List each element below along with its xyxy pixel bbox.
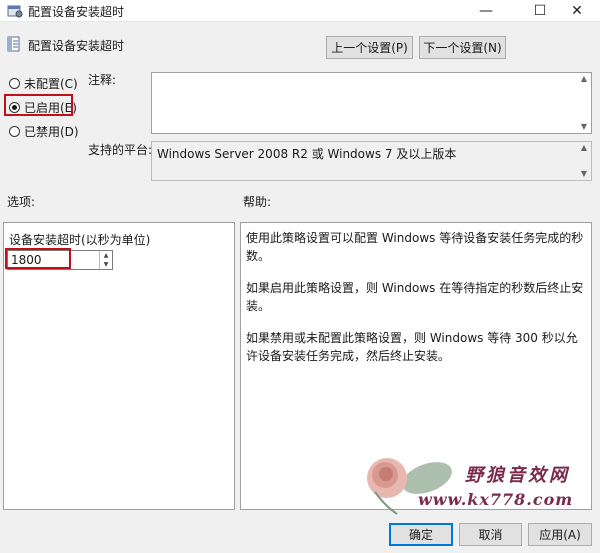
close-icon: ✕ [571, 3, 583, 19]
radio-label: 已禁用(D) [24, 125, 79, 139]
radio-circle[interactable] [9, 126, 20, 137]
maximize-icon: ☐ [533, 3, 547, 19]
highlight-box-enabled [4, 94, 73, 116]
scroll-up-icon[interactable]: ▲ [581, 73, 587, 85]
previous-setting-button[interactable]: 上一个设置(P) [326, 36, 413, 59]
comment-textarea[interactable]: ▲ ▼ [151, 72, 592, 134]
spin-up-icon[interactable]: ▲ [100, 251, 112, 260]
close-button[interactable]: ✕ [554, 0, 600, 22]
comment-label: 注释: [88, 73, 117, 87]
minimize-button[interactable]: — [463, 0, 509, 22]
platform-label: 支持的平台: [88, 143, 153, 157]
next-setting-button[interactable]: 下一个设置(N) [419, 36, 506, 59]
help-paragraph: 如果禁用或未配置此策略设置，则 Windows 等待 300 秒以允许设备安装任… [246, 331, 578, 363]
minimize-icon: — [479, 3, 493, 19]
platform-textbox: Windows Server 2008 R2 或 Windows 7 及以上版本… [151, 141, 592, 181]
timeout-spinner[interactable]: ▲ ▼ [99, 251, 112, 269]
title-bar: 配置设备安装超时 — ☐ ✕ [0, 0, 600, 22]
policy-settings-icon [7, 5, 23, 18]
spin-down-icon[interactable]: ▼ [100, 260, 112, 269]
apply-button[interactable]: 应用(A) [528, 523, 592, 546]
comment-scrollbar[interactable]: ▲ ▼ [577, 73, 591, 133]
cancel-button[interactable]: 取消 [459, 523, 522, 546]
policy-document-icon [7, 36, 20, 52]
watermark-text: 野狼音效网 [465, 465, 570, 486]
watermark-url: www.kx778.com [418, 490, 574, 509]
radio-not-configured[interactable]: 未配置(C) [9, 75, 78, 92]
radio-disabled[interactable]: 已禁用(D) [9, 123, 79, 140]
scroll-down-icon[interactable]: ▼ [581, 168, 587, 180]
options-section-label: 选项: [7, 195, 36, 209]
scroll-down-icon[interactable]: ▼ [581, 121, 587, 133]
help-paragraph: 使用此策略设置可以配置 Windows 等待设备安装任务完成的秒数。 [246, 231, 584, 263]
platform-value: Windows Server 2008 R2 或 Windows 7 及以上版本 [157, 147, 457, 161]
help-paragraph: 如果启用此策略设置，则 Windows 在等待指定的秒数后终止安装。 [246, 281, 584, 313]
help-section-label: 帮助: [243, 195, 272, 209]
platform-scrollbar[interactable]: ▲ ▼ [577, 142, 591, 180]
radio-circle[interactable] [9, 78, 20, 89]
timeout-field-label: 设备安装超时(以秒为单位) [9, 233, 151, 247]
radio-label: 未配置(C) [24, 77, 78, 91]
window-title: 配置设备安装超时 [28, 5, 125, 19]
highlight-box-timeout [5, 248, 71, 269]
ok-button[interactable]: 确定 [389, 523, 453, 546]
scroll-up-icon[interactable]: ▲ [581, 142, 587, 154]
policy-title: 配置设备安装超时 [28, 39, 125, 53]
